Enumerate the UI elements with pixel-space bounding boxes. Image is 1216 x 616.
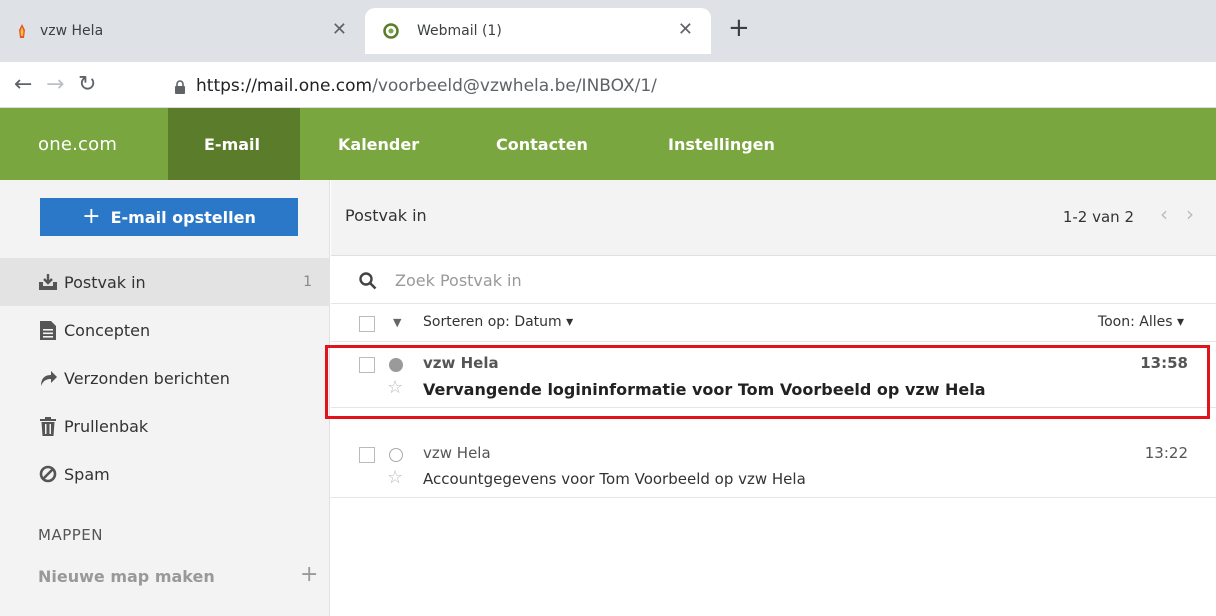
mail-list-item[interactable]: vzw Hela ☆ Accountgegevens voor Tom Voor…	[331, 432, 1216, 498]
tab-title: Webmail (1)	[417, 23, 502, 39]
nav-email[interactable]: E-mail	[204, 135, 260, 154]
reload-icon[interactable]: ↻	[78, 70, 96, 100]
url-field[interactable]: https://mail.one.com/voorbeeld@vzwhela.b…	[196, 71, 657, 101]
sidebar-item-label: Verzonden berichten	[64, 368, 230, 388]
new-folder-link[interactable]: Nieuwe map maken	[38, 567, 215, 586]
add-folder-icon[interactable]: +	[300, 562, 318, 587]
unread-dot-icon[interactable]	[389, 358, 403, 372]
nav-kalender[interactable]: Kalender	[338, 135, 419, 154]
star-icon[interactable]: ☆	[387, 378, 403, 398]
sidebar-item-label: Spam	[64, 464, 110, 484]
mail-checkbox[interactable]	[359, 447, 375, 463]
top-navigation: one.com E-mail Kalender Contacten Instel…	[0, 108, 1216, 180]
sort-dropdown[interactable]: Sorteren op: Datum ▾	[423, 314, 573, 330]
mail-subject: Accountgegevens voor Tom Voorbeeld op vz…	[423, 470, 806, 488]
plus-icon: +	[82, 204, 101, 229]
sidebar-item-label: Concepten	[64, 320, 151, 340]
show-filter-dropdown[interactable]: Toon: Alles ▾	[1098, 314, 1184, 330]
browser-tab-strip: vzw Hela ✕ Webmail (1) ✕ +	[0, 0, 1216, 62]
sent-icon	[38, 368, 58, 388]
mail-sender: vzw Hela	[423, 444, 491, 462]
forward-arrow-icon[interactable]: →	[46, 70, 64, 100]
compose-label: E-mail opstellen	[110, 207, 256, 227]
close-tab-icon[interactable]: ✕	[678, 19, 693, 40]
sidebar-item-drafts[interactable]: Concepten	[0, 306, 330, 354]
sort-toolbar: ▼ Sorteren op: Datum ▾ Toon: Alles ▾	[331, 304, 1216, 342]
search-bar	[331, 256, 1216, 304]
unread-count-badge: 1	[303, 274, 312, 290]
chevron-right-icon[interactable]: ›	[1186, 202, 1194, 226]
select-all-checkbox[interactable]	[359, 316, 375, 332]
search-icon	[359, 272, 377, 290]
back-arrow-icon[interactable]: ←	[14, 70, 32, 100]
new-tab-icon[interactable]: +	[728, 13, 750, 43]
mail-list-header: Postvak in 1-2 van 2 ‹ ›	[331, 180, 1216, 256]
url-path: /voorbeeld@vzwhela.be/INBOX/1/	[372, 76, 657, 96]
browser-tab-vzw-hela[interactable]: vzw Hela ✕	[0, 8, 365, 54]
nav-instellingen[interactable]: Instellingen	[668, 135, 775, 154]
sidebar-item-sent[interactable]: Verzonden berichten	[0, 354, 330, 402]
url-host: https://mail.one.com	[196, 76, 373, 96]
sidebar: + E-mail opstellen Postvak in 1 Concepte…	[0, 180, 330, 616]
star-icon[interactable]: ☆	[387, 468, 403, 488]
webmail-favicon-icon	[383, 23, 399, 39]
address-bar: ← → ↻ https://mail.one.com/voorbeeld@vzw…	[0, 62, 1216, 108]
search-input[interactable]	[395, 266, 1175, 294]
sidebar-item-label: Postvak in	[64, 272, 146, 292]
lock-icon	[175, 80, 185, 94]
folder-title: Postvak in	[345, 206, 427, 225]
pager-text: 1-2 van 2	[1062, 208, 1134, 226]
drafts-icon	[38, 320, 58, 340]
sidebar-item-spam[interactable]: Spam	[0, 450, 330, 498]
nav-contacten[interactable]: Contacten	[496, 135, 588, 154]
vzw-hela-favicon-icon	[19, 24, 25, 38]
read-dot-icon[interactable]	[389, 448, 403, 462]
mail-sender: vzw Hela	[423, 354, 499, 372]
spam-icon	[38, 464, 58, 484]
compose-button[interactable]: + E-mail opstellen	[40, 198, 298, 236]
browser-tab-webmail[interactable]: Webmail (1) ✕	[365, 8, 711, 54]
close-tab-icon[interactable]: ✕	[332, 19, 347, 40]
mail-list-pane: Postvak in 1-2 van 2 ‹ › ▼ Sorteren op: …	[331, 180, 1216, 616]
mail-subject: Vervangende logininformatie voor Tom Voo…	[423, 380, 986, 399]
mail-checkbox[interactable]	[359, 357, 375, 373]
folders-heading: MAPPEN	[38, 526, 103, 544]
trash-icon	[38, 416, 58, 436]
brand-logo[interactable]: one.com	[38, 134, 117, 155]
chevron-left-icon[interactable]: ‹	[1160, 202, 1168, 226]
tab-title: vzw Hela	[40, 23, 104, 39]
mail-time: 13:22	[1144, 444, 1188, 462]
mail-list-item[interactable]: vzw Hela ☆ Vervangende logininformatie v…	[331, 342, 1216, 408]
select-menu-caret-icon[interactable]: ▼	[393, 316, 401, 329]
sidebar-item-trash[interactable]: Prullenbak	[0, 402, 330, 450]
sidebar-item-label: Prullenbak	[64, 416, 149, 436]
inbox-icon	[38, 272, 58, 292]
sidebar-item-inbox[interactable]: Postvak in 1	[0, 258, 330, 306]
mail-time: 13:58	[1140, 354, 1188, 372]
